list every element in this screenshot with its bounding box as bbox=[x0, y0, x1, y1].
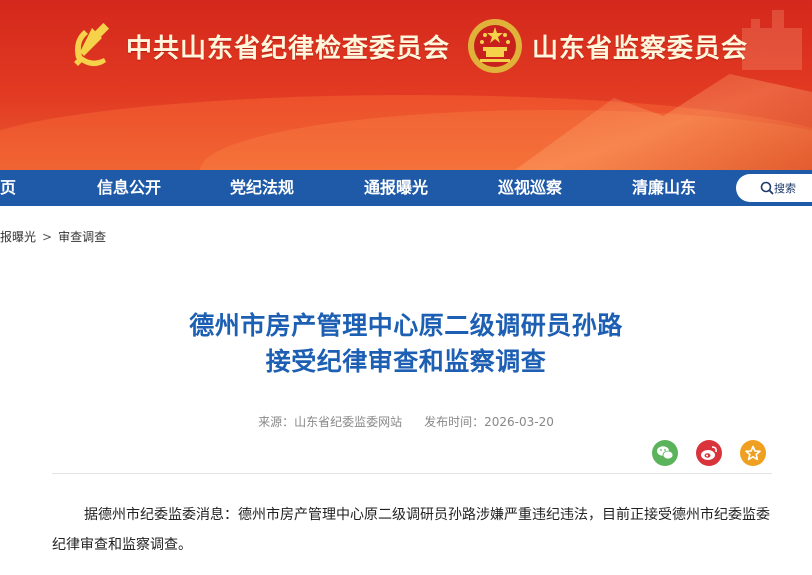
article-meta: 来源：山东省纪委监委网站 发布时间：2026-03-20 bbox=[0, 413, 812, 430]
article-date: 发布时间：2026-03-20 bbox=[424, 415, 554, 429]
title-party: 中共山东省纪律检查委员会 bbox=[126, 33, 451, 64]
breadcrumb-item[interactable]: 审查调查 bbox=[58, 230, 106, 244]
banner-great-wall bbox=[742, 10, 802, 70]
share-wechat-button[interactable] bbox=[652, 440, 678, 466]
nav-item-exposure[interactable]: 通报曝光 bbox=[364, 170, 428, 206]
search-icon[interactable] bbox=[760, 181, 774, 195]
nav-item-inspection[interactable]: 巡视巡察 bbox=[498, 170, 562, 206]
breadcrumb-item[interactable]: 报曝光 bbox=[0, 230, 36, 244]
search-label[interactable]: 搜索 bbox=[774, 180, 796, 196]
header-banner: 中共山东省纪律检查委员会 山东省监察委员会 bbox=[0, 0, 812, 170]
search-box[interactable]: 搜索 bbox=[736, 174, 812, 202]
nav-item-regulations[interactable]: 党纪法规 bbox=[230, 170, 294, 206]
state-emblem-icon bbox=[468, 19, 523, 73]
wechat-icon bbox=[657, 446, 674, 460]
share-weibo-button[interactable] bbox=[696, 440, 722, 466]
star-icon bbox=[745, 445, 761, 461]
party-emblem-icon bbox=[74, 22, 110, 67]
divider bbox=[52, 473, 772, 474]
share-favorite-button[interactable] bbox=[740, 440, 766, 466]
title-state: 山东省监察委员会 bbox=[532, 33, 749, 64]
weibo-icon bbox=[701, 446, 717, 460]
site-title: 中共山东省纪律检查委员会 山东省监察委员会 bbox=[62, 18, 748, 74]
article-body: 据德州市纪委监委消息：德州市房产管理中心原二级调研员孙路涉嫌严重违纪违法，目前正… bbox=[52, 507, 770, 553]
nav-item-home[interactable]: 页 bbox=[0, 170, 16, 206]
article-source: 来源：山东省纪委监委网站 bbox=[258, 415, 403, 429]
article-title-line2: 接受纪律审查和监察调查 bbox=[265, 347, 547, 376]
breadcrumb: 报曝光 > 审查调查 bbox=[0, 228, 106, 245]
nav-item-info-disclosure[interactable]: 信息公开 bbox=[97, 170, 161, 206]
breadcrumb-separator: > bbox=[42, 230, 53, 244]
main-nav: 页 信息公开 党纪法规 通报曝光 巡视巡察 清廉山东 bbox=[0, 170, 812, 206]
nav-item-clean-shandong[interactable]: 清廉山东 bbox=[632, 170, 696, 206]
article-title-line1: 德州市房产管理中心原二级调研员孙路 bbox=[189, 311, 623, 340]
